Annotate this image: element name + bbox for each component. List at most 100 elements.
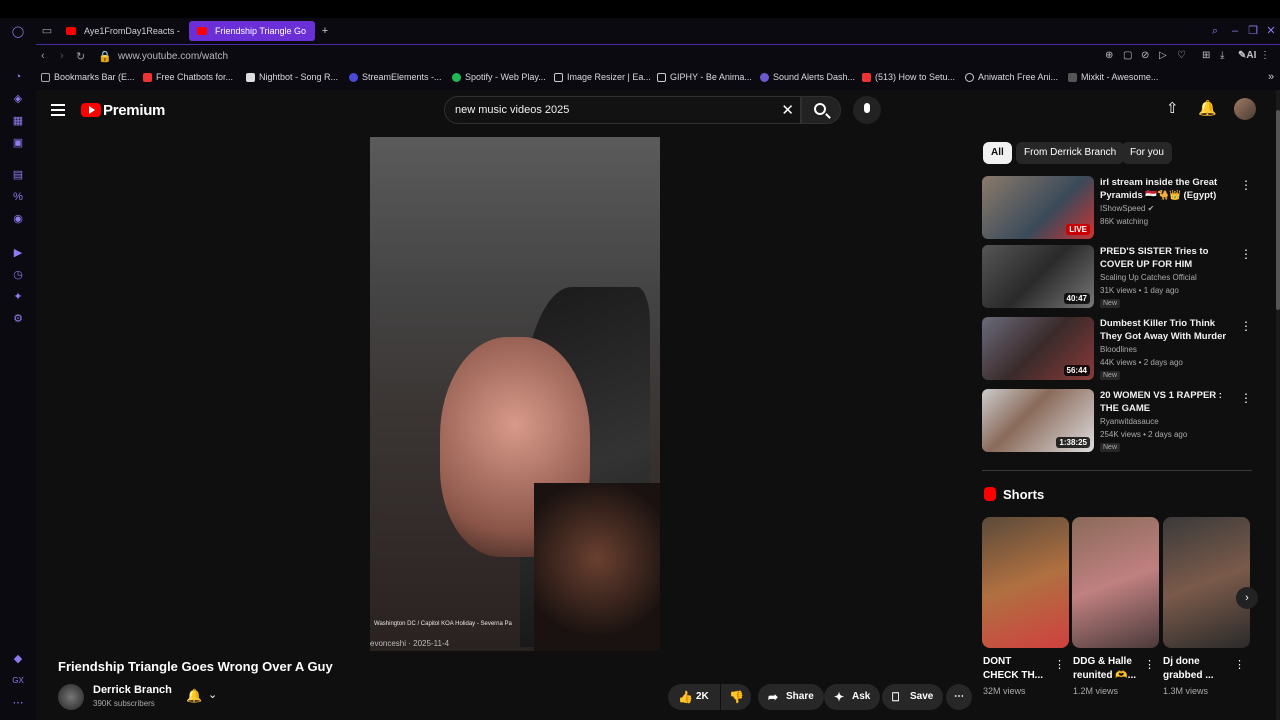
maximize-icon[interactable]: ❐ — [1246, 24, 1260, 38]
heart-icon[interactable]: ♡ — [1177, 50, 1186, 61]
recommendation-item[interactable]: 40:47 PRED'S SISTER Tries to COVER UP FO… — [982, 245, 1252, 309]
shorts-next-icon[interactable]: › — [1236, 587, 1258, 609]
channel-name[interactable]: Derrick Branch — [93, 684, 172, 696]
ai-button[interactable]: ✎AI — [1238, 50, 1256, 61]
more-options-icon[interactable]: ⋮ — [1240, 391, 1252, 405]
recommendation-title[interactable]: 20 WOMEN VS 1 RAPPER : THE GAME — [1100, 389, 1232, 415]
bookmark-item[interactable]: Mixkit - Awesome... — [1068, 72, 1158, 82]
tab-aye1fromday1reacts[interactable]: Aye1FromDay1Reacts - Yo — [58, 21, 182, 41]
play-icon[interactable]: ▷ — [1159, 50, 1167, 61]
upload-icon[interactable]: ⇧ — [1166, 99, 1179, 117]
short-title[interactable]: Dj done grabbed ... — [1163, 655, 1229, 683]
search-button[interactable] — [801, 96, 841, 124]
more-actions-button[interactable]: ⋯ — [946, 684, 972, 710]
snapshot-icon[interactable]: ▢ — [1123, 50, 1132, 61]
more-options-icon[interactable]: ⋮ — [1240, 319, 1252, 333]
recommendation-title[interactable]: Dumbest Killer Trio Think They Got Away … — [1100, 317, 1232, 344]
gx-control-icon[interactable]: ◈ — [11, 92, 25, 106]
short-thumbnail[interactable] — [982, 517, 1069, 648]
channel-avatar[interactable] — [58, 684, 84, 710]
extensions-icon[interactable]: ✦ — [11, 290, 25, 304]
back-icon[interactable]: ‹ — [41, 50, 45, 62]
recommendation-item[interactable]: 1:38:25 20 WOMEN VS 1 RAPPER : THE GAME … — [982, 389, 1252, 453]
adblock-icon[interactable]: ⊘ — [1141, 50, 1149, 61]
video-player[interactable]: Washington DC / Capitol KOA Holiday - Se… — [370, 137, 660, 651]
gx-icon[interactable]: GX — [11, 674, 25, 688]
recommendation-channel[interactable]: Bloodlines — [1100, 345, 1137, 354]
new-tab-icon[interactable]: + — [318, 24, 332, 38]
messenger-icon[interactable]: ▣ — [11, 136, 25, 150]
twitch-icon[interactable]: ▤ — [11, 168, 25, 182]
notifications-icon[interactable]: 🔔 — [1198, 99, 1217, 117]
bookmarks-overflow-icon[interactable]: » — [1268, 71, 1274, 83]
account-icon[interactable]: ⋮ — [1260, 50, 1270, 61]
more-options-icon[interactable]: ⋮ — [1054, 658, 1065, 671]
download-icon[interactable]: ⤓ — [1220, 50, 1224, 61]
voice-search-button[interactable] — [853, 96, 881, 124]
speed-dial-icon[interactable]: ◔ — [11, 70, 25, 84]
more-icon[interactable]: ⋯ — [11, 696, 25, 710]
chevron-down-icon[interactable]: ⌄ — [208, 688, 217, 701]
short-thumbnail[interactable] — [1072, 517, 1159, 648]
discord-icon[interactable]: ◉ — [11, 212, 25, 226]
close-window-icon[interactable]: ✕ — [1264, 24, 1278, 38]
player-icon[interactable]: ▶ — [11, 246, 25, 260]
bookmark-item[interactable]: Bookmarks Bar (E... — [41, 72, 135, 82]
short-title[interactable]: DONT CHECK TH... — [983, 655, 1049, 683]
recommendation-title[interactable]: PRED'S SISTER Tries to COVER UP FOR HIM — [1100, 245, 1232, 271]
more-options-icon[interactable]: ⋮ — [1240, 178, 1252, 192]
search-input[interactable]: new music videos 2025 ✕ — [444, 96, 801, 124]
thumbnail[interactable]: 56:44 — [982, 317, 1094, 380]
short-title[interactable]: DDG & Halle reunited 🫶... — [1073, 655, 1139, 683]
url-field[interactable]: www.youtube.com/watch — [118, 51, 228, 62]
dislike-button[interactable]: 👎 — [721, 684, 751, 710]
like-button[interactable]: 👍 2K — [668, 684, 720, 710]
bookmark-item[interactable]: Image Resizer | Ea... — [554, 72, 651, 82]
forward-icon[interactable]: › — [60, 50, 64, 62]
youtube-logo-icon[interactable] — [81, 103, 101, 117]
history-icon[interactable]: ◷ — [11, 268, 25, 282]
share-button[interactable]: ➦ Share — [758, 684, 824, 710]
pin-icon[interactable]: ⊕ — [1105, 50, 1113, 61]
account-avatar[interactable] — [1234, 98, 1256, 120]
page-scrollbar[interactable] — [1276, 90, 1280, 720]
settings-icon[interactable]: ⚙ — [11, 312, 25, 326]
bookmark-item[interactable]: StreamElements -... — [349, 72, 442, 82]
more-options-icon[interactable]: ⋮ — [1234, 658, 1245, 671]
bookmark-item[interactable]: Sound Alerts Dash... — [760, 72, 855, 82]
save-button[interactable]: ⎕ Save — [882, 684, 944, 710]
bookmark-item[interactable]: Aniwatch Free Ani... — [965, 72, 1058, 82]
percent-icon[interactable]: % — [11, 190, 25, 204]
recommendation-title[interactable]: irl stream inside the Great Pyramids 🇪🇬🐪… — [1100, 176, 1232, 202]
chip-for-you[interactable]: For you — [1122, 142, 1172, 164]
reload-icon[interactable]: ↻ — [76, 50, 85, 63]
bookmark-item[interactable]: Free Chatbots for... — [143, 72, 233, 82]
short-thumbnail[interactable] — [1163, 517, 1250, 648]
tab-menu-icon[interactable]: ▭ — [40, 24, 54, 38]
browser-logo-icon[interactable]: ◯ — [11, 25, 25, 39]
chip-all[interactable]: All — [983, 142, 1012, 164]
recommendation-item[interactable]: LIVE irl stream inside the Great Pyramid… — [982, 176, 1252, 240]
bookmark-item[interactable]: Spotify - Web Play... — [452, 72, 546, 82]
bookmark-item[interactable]: Nightbot - Song R... — [246, 72, 338, 82]
thumbnail[interactable]: 40:47 — [982, 245, 1094, 308]
chip-from-derrick-branch[interactable]: From Derrick Branch — [1016, 142, 1125, 164]
ask-button[interactable]: ✦ Ask — [824, 684, 881, 710]
scrollbar-thumb[interactable] — [1276, 110, 1280, 310]
subscribe-bell-icon[interactable]: 🔔 — [186, 688, 202, 704]
recommendation-channel[interactable]: Scaling Up Catches Official — [1100, 273, 1197, 282]
more-options-icon[interactable]: ⋮ — [1144, 658, 1155, 671]
youtube-logo-text[interactable]: Premium — [103, 102, 165, 119]
recommendation-channel[interactable]: IShowSpeed ✔ — [1100, 204, 1154, 213]
tab-friendship-triangle[interactable]: Friendship Triangle Go — [189, 21, 315, 41]
lock-icon[interactable]: 🔒 — [98, 50, 112, 63]
more-options-icon[interactable]: ⋮ — [1240, 247, 1252, 261]
clear-search-icon[interactable]: ✕ — [781, 101, 794, 119]
bookmark-item[interactable]: GIPHY - Be Anima... — [657, 72, 752, 82]
gx-corner-icon[interactable]: ▦ — [11, 114, 25, 128]
wallet-icon[interactable]: ⊞ — [1202, 50, 1210, 61]
recommendation-item[interactable]: 56:44 Dumbest Killer Trio Think They Got… — [982, 317, 1252, 381]
minimize-icon[interactable]: – — [1228, 24, 1242, 38]
recommendation-channel[interactable]: Ryanwitdasauce — [1100, 417, 1159, 426]
thumbnail[interactable]: LIVE — [982, 176, 1094, 239]
